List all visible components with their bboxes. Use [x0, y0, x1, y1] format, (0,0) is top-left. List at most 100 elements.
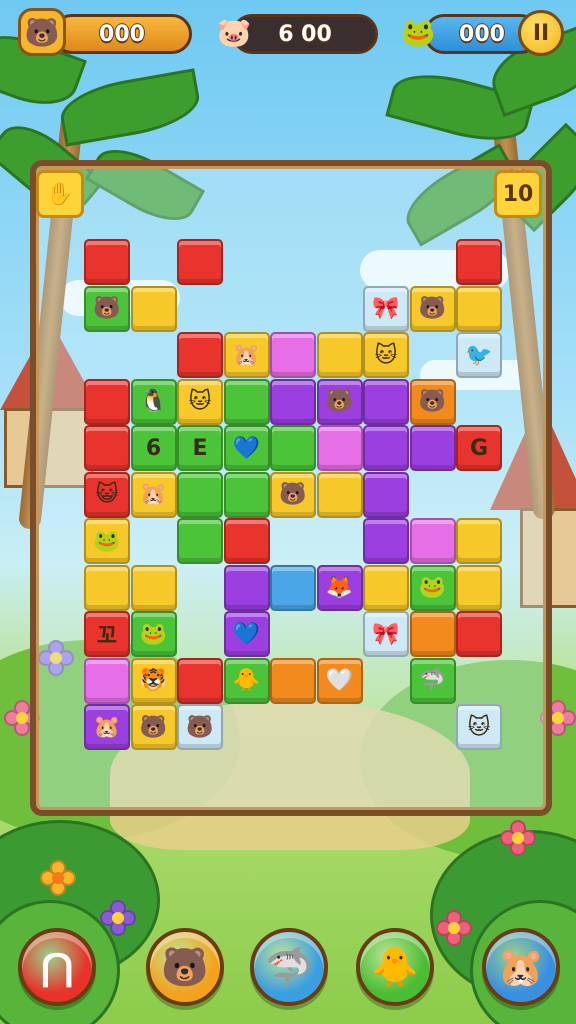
powerup-button-shark[interactable]: 🦈	[250, 928, 328, 1006]
board-tile[interactable]	[456, 518, 502, 564]
powerup-button-hamster[interactable]: 🐹	[482, 928, 560, 1006]
bird-icon: 🐥	[371, 944, 419, 989]
board-tile-with-critter[interactable]: 🤍	[316, 657, 363, 704]
board-tile[interactable]	[409, 518, 456, 564]
board-tile[interactable]	[177, 239, 223, 285]
bear-face-icon: 🐻	[18, 8, 66, 56]
tile-symbol: 🐻	[418, 389, 447, 414]
board-tile-with-critter[interactable]: 🐸	[84, 518, 130, 564]
moves-badge: 10	[494, 170, 542, 218]
board-tile[interactable]	[270, 564, 316, 611]
board-tile-with-critter[interactable]: 🐸	[409, 564, 456, 611]
board-tile-with-critter[interactable]: 🦈	[409, 657, 456, 704]
board-tile-with-critter[interactable]: 🐱	[456, 704, 502, 750]
bear-icon: 🐻	[161, 944, 209, 989]
tile-symbol: 🐸	[139, 621, 168, 647]
board-tile-with-critter[interactable]: 🐹	[223, 332, 270, 378]
powerup-button-bird[interactable]: 🐥	[356, 928, 434, 1006]
board-tile-with-critter[interactable]: 🐧	[130, 378, 177, 425]
board-tile[interactable]	[223, 378, 270, 425]
board-tile[interactable]	[316, 332, 363, 378]
tile-symbol: 🐸	[418, 575, 447, 600]
board-tile-with-critter[interactable]: G	[456, 425, 502, 471]
board-tile-with-critter[interactable]: 🐱	[363, 332, 409, 378]
board-tile-with-critter[interactable]: E	[177, 425, 223, 471]
board-tile[interactable]	[316, 425, 363, 471]
board-tile[interactable]	[130, 564, 177, 611]
board-tile[interactable]	[84, 657, 130, 704]
board-tile[interactable]	[316, 471, 363, 518]
board-tile[interactable]	[177, 471, 223, 518]
tile-symbol: 6	[145, 435, 162, 461]
powerup-button-magnet[interactable]: ⋂	[18, 928, 96, 1006]
board-tile[interactable]	[456, 564, 502, 611]
board-tile[interactable]	[363, 378, 409, 425]
board-tile[interactable]	[363, 471, 409, 518]
board-tile[interactable]	[177, 518, 223, 564]
board-tile-with-critter[interactable]: 🐻	[270, 471, 316, 518]
tile-symbol: 😺	[95, 482, 119, 507]
board-tile[interactable]	[270, 425, 316, 471]
tile-symbol: 🐱	[467, 714, 491, 740]
board-tile[interactable]	[84, 425, 130, 471]
board-tile[interactable]	[409, 425, 456, 471]
moves-badge-label: 10	[502, 181, 534, 207]
right-counter-value: 000	[459, 21, 505, 47]
powerup-button-bear[interactable]: 🐻	[146, 928, 224, 1006]
puzzle-board: 🐻 🎀 🐻 🐹 🐱 🐦 🐧 🐱 🐻 🐻 6 E 💙 G 😺 🐹 🐻 🐸 🦊 🐸 꼬 🐸 💙 🎀 🐯 🐥 🤍 🦈 🐹 🐻 🐻 🐱	[30, 160, 552, 816]
pink-critter-icon: 🐷	[216, 15, 252, 49]
tile-symbol: 💙	[232, 621, 261, 647]
board-tile[interactable]	[223, 471, 270, 518]
board-tile-with-critter[interactable]: 🐦	[456, 332, 502, 378]
board-tile[interactable]	[409, 611, 456, 657]
board-tile[interactable]	[84, 564, 130, 611]
flower	[100, 900, 136, 936]
tile-symbol: E	[192, 435, 208, 461]
board-tile[interactable]	[84, 239, 130, 285]
board-tile-with-critter[interactable]: 💙	[223, 611, 270, 657]
board-tile[interactable]	[223, 564, 270, 611]
board-tile[interactable]	[130, 285, 177, 332]
board-tile-with-critter[interactable]: 🐯	[130, 657, 177, 704]
tile-symbol: 🐻	[93, 296, 121, 321]
board-tile-with-critter[interactable]: 🐻	[177, 704, 223, 750]
board-tile-with-critter[interactable]: 🐻	[84, 285, 130, 332]
board-tile-with-critter[interactable]: 🎀	[363, 611, 409, 657]
board-tile-with-critter[interactable]: 😺	[84, 471, 130, 518]
tile-symbol: 🦊	[325, 575, 354, 600]
board-tile[interactable]	[456, 285, 502, 332]
board-tile[interactable]	[223, 518, 270, 564]
board-tile[interactable]	[363, 518, 409, 564]
board-tile[interactable]	[177, 332, 223, 378]
board-tile[interactable]	[270, 332, 316, 378]
flower	[436, 910, 472, 946]
board-tile[interactable]	[363, 564, 409, 611]
board-tile-with-critter[interactable]: 🐥	[223, 657, 270, 704]
board-tile-with-critter[interactable]: 🐻	[409, 285, 456, 332]
board-tile-with-critter[interactable]: 🐱	[177, 378, 223, 425]
board-tile-with-critter[interactable]: 🐻	[316, 378, 363, 425]
tile-symbol: 🐻	[139, 714, 168, 740]
board-tile[interactable]	[456, 239, 502, 285]
board-tile[interactable]	[270, 657, 316, 704]
tile-symbol: 🐱	[188, 389, 212, 414]
board-tile-with-critter[interactable]: 💙	[223, 425, 270, 471]
board-tile[interactable]	[456, 611, 502, 657]
board-tile-with-critter[interactable]: 🦊	[316, 564, 363, 611]
tile-symbol: 🐯	[139, 668, 168, 693]
board-tile-with-critter[interactable]: 6	[130, 425, 177, 471]
board-tile[interactable]	[270, 378, 316, 425]
board-tile-with-critter[interactable]: 🐹	[130, 471, 177, 518]
board-tile-with-critter[interactable]: 🐻	[130, 704, 177, 750]
board-tile-with-critter[interactable]: 꼬	[84, 611, 130, 657]
board-tile-with-critter[interactable]: 🎀	[363, 285, 409, 332]
board-tile[interactable]	[363, 425, 409, 471]
board-tile[interactable]	[177, 657, 223, 704]
board-tile[interactable]	[84, 378, 130, 425]
board-tile-with-critter[interactable]: 🐸	[130, 611, 177, 657]
hamster-icon: 🐹	[497, 944, 545, 989]
pause-button[interactable]: II	[518, 10, 564, 56]
hand-icon[interactable]: ✋	[36, 170, 84, 218]
board-tile-with-critter[interactable]: 🐹	[84, 704, 130, 750]
board-tile-with-critter[interactable]: 🐻	[409, 378, 456, 425]
